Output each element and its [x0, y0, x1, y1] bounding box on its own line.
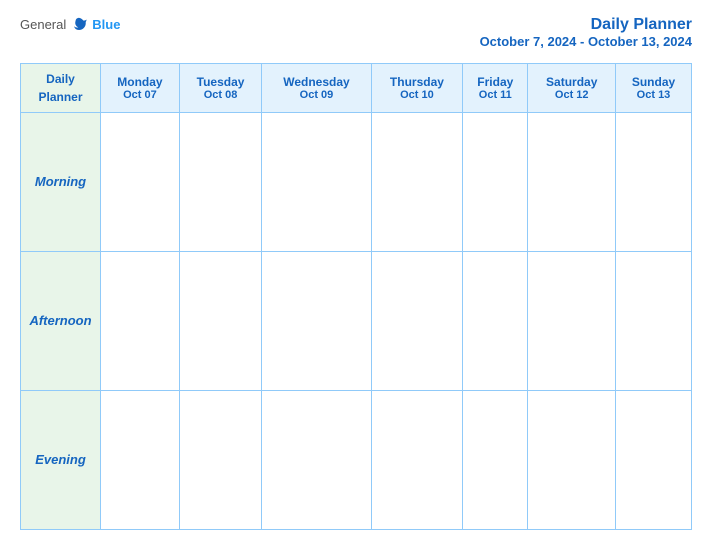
- morning-sunday-cell[interactable]: [616, 113, 692, 252]
- monday-name: Monday: [105, 75, 175, 89]
- logo-blue-text: Blue: [92, 17, 120, 32]
- afternoon-thursday-cell[interactable]: [371, 252, 462, 391]
- evening-label: Evening: [35, 452, 86, 467]
- sunday-name: Sunday: [620, 75, 687, 89]
- planner-date-range: October 7, 2024 - October 13, 2024: [480, 34, 692, 49]
- afternoon-label: Afternoon: [29, 313, 91, 328]
- col-thursday: Thursday Oct 10: [371, 64, 462, 113]
- logo-general-text: General: [20, 17, 66, 32]
- daily-planner-header-cell: DailyPlanner: [21, 64, 101, 113]
- thursday-date: Oct 10: [376, 89, 458, 101]
- afternoon-saturday-cell[interactable]: [528, 252, 616, 391]
- morning-wednesday-cell[interactable]: [262, 113, 371, 252]
- col-wednesday: Wednesday Oct 09: [262, 64, 371, 113]
- afternoon-sunday-cell[interactable]: [616, 252, 692, 391]
- morning-thursday-cell[interactable]: [371, 113, 462, 252]
- evening-tuesday-cell[interactable]: [179, 391, 261, 530]
- morning-friday-cell[interactable]: [463, 113, 528, 252]
- logo-area: General Blue: [20, 16, 120, 32]
- thursday-name: Thursday: [376, 75, 458, 89]
- saturday-name: Saturday: [532, 75, 611, 89]
- afternoon-tuesday-cell[interactable]: [179, 252, 261, 391]
- evening-label-cell: Evening: [21, 391, 101, 530]
- wednesday-date: Oct 09: [266, 89, 366, 101]
- evening-monday-cell[interactable]: [101, 391, 180, 530]
- col-sunday: Sunday Oct 13: [616, 64, 692, 113]
- evening-thursday-cell[interactable]: [371, 391, 462, 530]
- page-header: General Blue Daily Planner October 7, 20…: [20, 16, 692, 49]
- col-monday: Monday Oct 07: [101, 64, 180, 113]
- tuesday-date: Oct 08: [184, 89, 257, 101]
- daily-planner-header-text: DailyPlanner: [38, 72, 82, 104]
- friday-date: Oct 11: [467, 89, 523, 101]
- morning-row: Morning: [21, 113, 692, 252]
- wednesday-name: Wednesday: [266, 75, 366, 89]
- header-row: DailyPlanner Monday Oct 07 Tuesday Oct 0…: [21, 64, 692, 113]
- morning-label: Morning: [35, 174, 86, 189]
- morning-label-cell: Morning: [21, 113, 101, 252]
- evening-sunday-cell[interactable]: [616, 391, 692, 530]
- logo: General Blue: [20, 16, 120, 32]
- morning-saturday-cell[interactable]: [528, 113, 616, 252]
- afternoon-row: Afternoon: [21, 252, 692, 391]
- evening-row: Evening: [21, 391, 692, 530]
- col-saturday: Saturday Oct 12: [528, 64, 616, 113]
- logo-bird-icon: [70, 16, 88, 32]
- morning-tuesday-cell[interactable]: [179, 113, 261, 252]
- sunday-date: Oct 13: [620, 89, 687, 101]
- evening-wednesday-cell[interactable]: [262, 391, 371, 530]
- monday-date: Oct 07: [105, 89, 175, 101]
- afternoon-monday-cell[interactable]: [101, 252, 180, 391]
- morning-monday-cell[interactable]: [101, 113, 180, 252]
- afternoon-wednesday-cell[interactable]: [262, 252, 371, 391]
- col-friday: Friday Oct 11: [463, 64, 528, 113]
- tuesday-name: Tuesday: [184, 75, 257, 89]
- header-right: Daily Planner October 7, 2024 - October …: [480, 16, 692, 49]
- afternoon-label-cell: Afternoon: [21, 252, 101, 391]
- afternoon-friday-cell[interactable]: [463, 252, 528, 391]
- saturday-date: Oct 12: [532, 89, 611, 101]
- planner-title: Daily Planner: [480, 16, 692, 34]
- evening-friday-cell[interactable]: [463, 391, 528, 530]
- friday-name: Friday: [467, 75, 523, 89]
- evening-saturday-cell[interactable]: [528, 391, 616, 530]
- calendar-table: DailyPlanner Monday Oct 07 Tuesday Oct 0…: [20, 63, 692, 530]
- col-tuesday: Tuesday Oct 08: [179, 64, 261, 113]
